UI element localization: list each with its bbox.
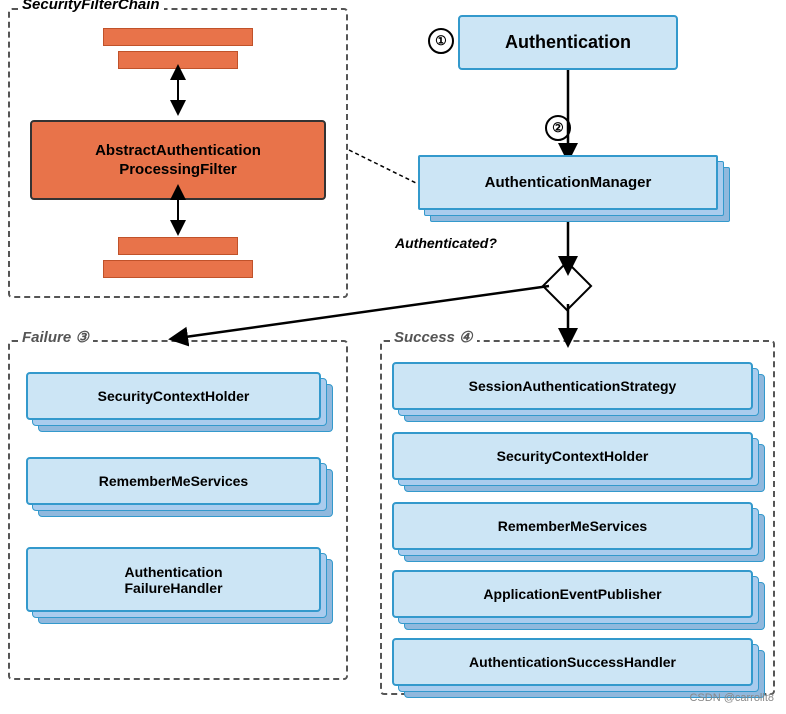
failure-panel: Failure ③ SecurityContextHolder Remember…	[8, 340, 348, 680]
success-title: Success ④	[390, 328, 477, 346]
failure-item-2: RememberMeServices	[26, 457, 321, 505]
auth-box-text: Authentication	[505, 32, 631, 53]
diamond-decision	[542, 261, 593, 312]
success-item-5: AuthenticationSuccessHandler	[392, 638, 753, 686]
auth-manager-text: AuthenticationManager	[485, 174, 652, 191]
failure-item-1: SecurityContextHolder	[26, 372, 321, 420]
left-panel-title: SecurityFilterChain	[18, 0, 164, 13]
orange-bar-bottom-1	[118, 237, 238, 255]
failure-item-3: AuthenticationFailureHandler	[26, 547, 321, 612]
orange-bar-bottom-2	[103, 260, 253, 278]
security-filter-chain-panel: SecurityFilterChain AbstractAuthenticati…	[8, 8, 348, 298]
diagram-container: SecurityFilterChain AbstractAuthenticati…	[0, 0, 786, 714]
failure-title: Failure ③	[18, 328, 93, 346]
success-item-1: SessionAuthenticationStrategy	[392, 362, 753, 410]
success-panel: Success ④ SessionAuthenticationStrategy …	[380, 340, 775, 695]
orange-bar-top-1	[103, 28, 253, 46]
auth-manager-box: AuthenticationManager	[418, 155, 718, 210]
success-item-3: RememberMeServices	[392, 502, 753, 550]
step2-badge: ②	[545, 115, 571, 141]
success-item-4: ApplicationEventPublisher	[392, 570, 753, 618]
authenticated-label: Authenticated?	[395, 235, 497, 251]
filter-box: AbstractAuthentication ProcessingFilter	[30, 120, 326, 200]
auth-box: Authentication	[458, 15, 678, 70]
success-item-2: SecurityContextHolder	[392, 432, 753, 480]
step1-badge: ①	[428, 28, 454, 54]
filter-box-text: AbstractAuthentication ProcessingFilter	[95, 141, 261, 180]
orange-bar-top-2	[118, 51, 238, 69]
watermark: CSDN @carrollt8	[689, 692, 774, 704]
